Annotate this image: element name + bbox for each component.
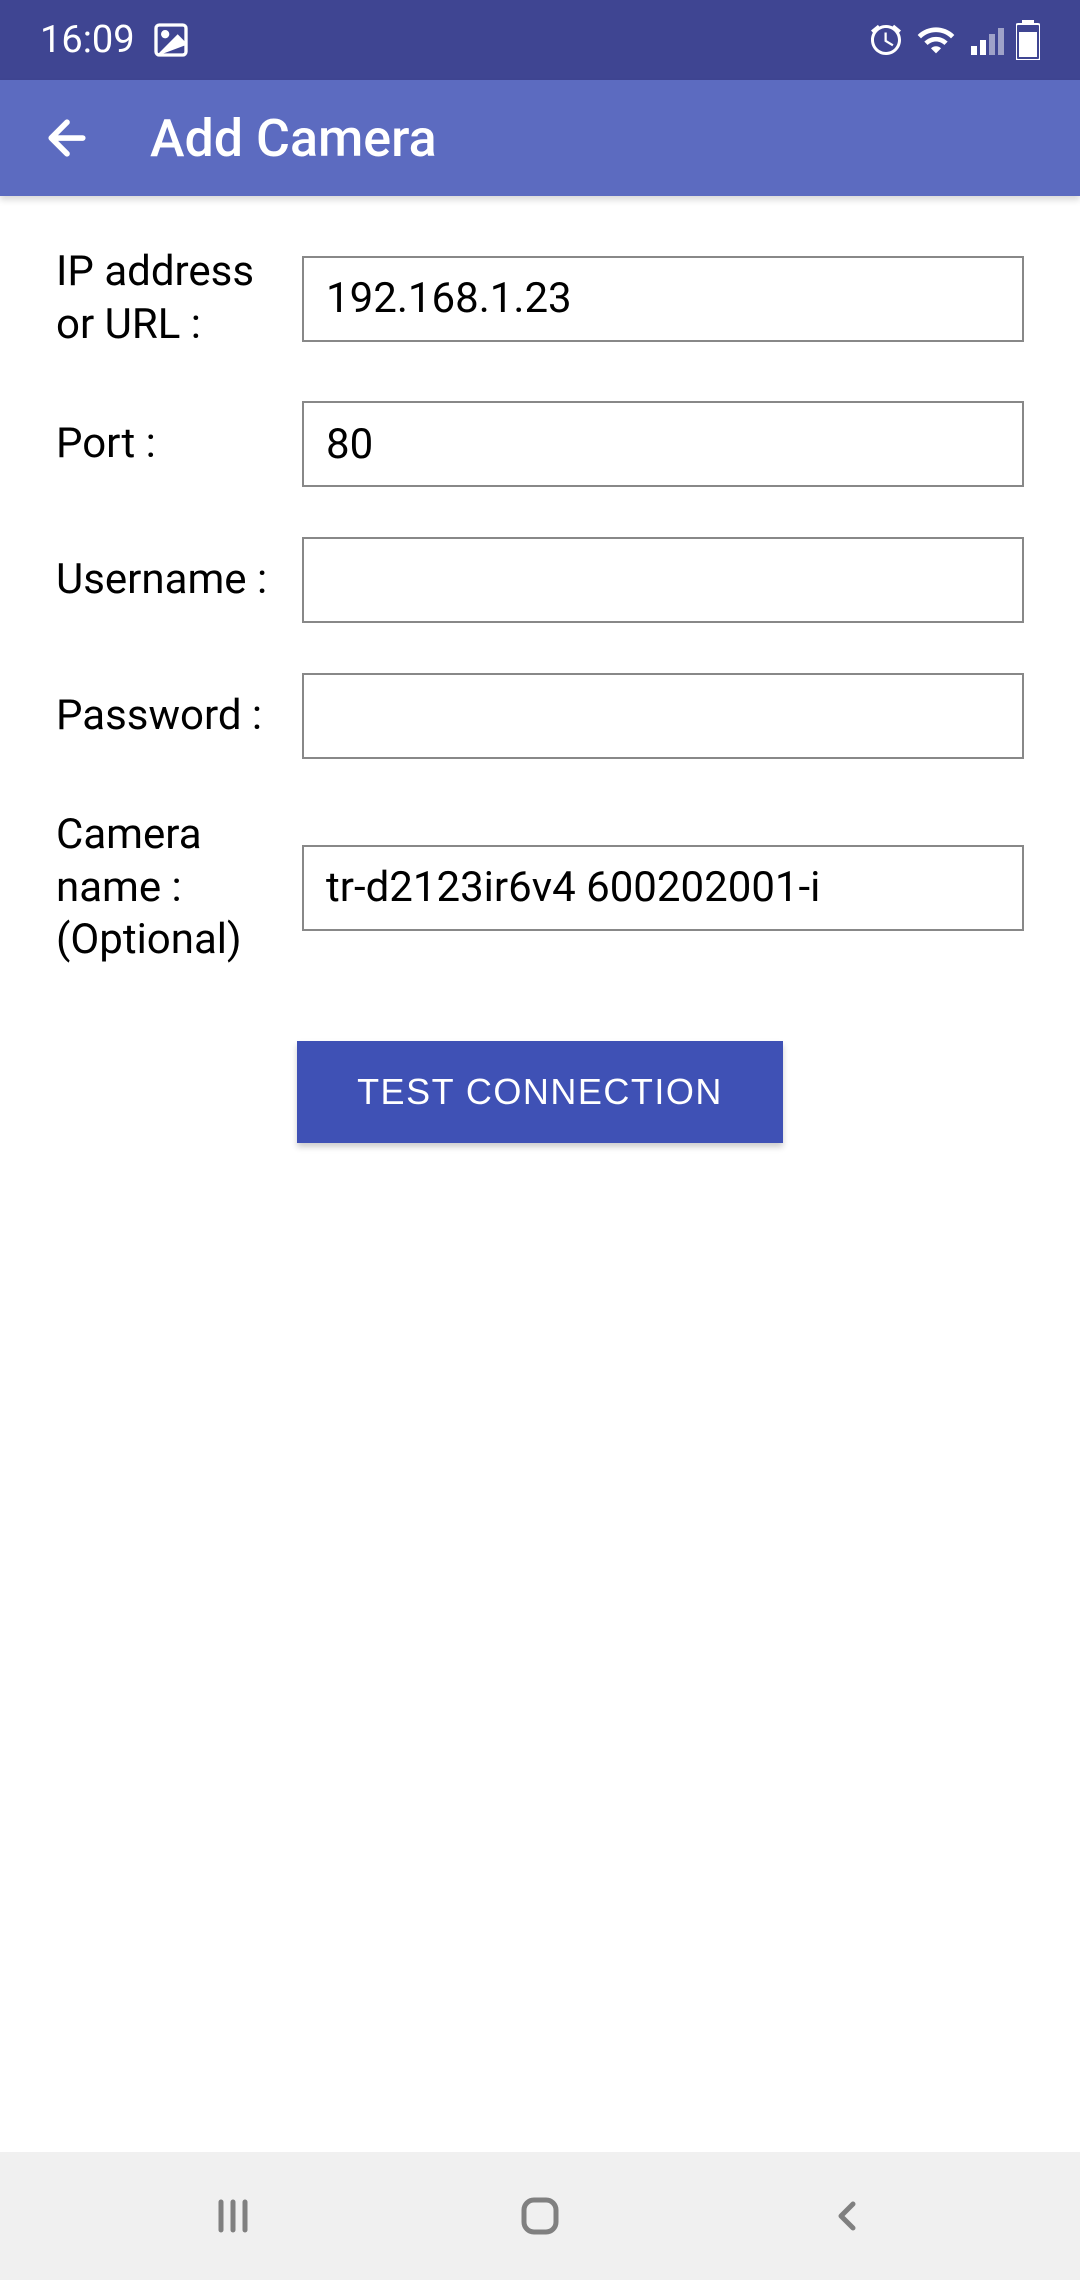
image-icon [151, 20, 191, 60]
port-label: Port : [56, 418, 278, 471]
password-input[interactable] [302, 673, 1024, 759]
status-time: 16:09 [40, 18, 135, 62]
page-title: Add Camera [150, 108, 437, 169]
form-row-camera-name: Camera name : (Optional) [56, 809, 1024, 967]
status-right [868, 20, 1040, 60]
ip-input[interactable] [302, 256, 1024, 342]
status-left: 16:09 [40, 18, 191, 62]
form-container: IP address or URL : Port : Username : Pa… [0, 196, 1080, 1193]
nav-bar [0, 2152, 1080, 2280]
nav-back-button[interactable] [823, 2192, 871, 2240]
port-input[interactable] [302, 401, 1024, 487]
camera-name-input[interactable] [302, 845, 1024, 931]
signal-icon [968, 22, 1004, 58]
camera-name-label: Camera name : (Optional) [56, 809, 278, 967]
test-connection-button[interactable]: TEST CONNECTION [297, 1041, 783, 1143]
form-row-username: Username : [56, 537, 1024, 623]
wifi-icon [916, 20, 956, 60]
button-container: TEST CONNECTION [56, 1041, 1024, 1143]
password-label: Password : [56, 690, 278, 743]
app-bar: Add Camera [0, 80, 1080, 196]
status-bar: 16:09 [0, 0, 1080, 80]
form-row-ip: IP address or URL : [56, 246, 1024, 351]
nav-home-button[interactable] [516, 2192, 564, 2240]
nav-recent-button[interactable] [209, 2192, 257, 2240]
form-row-password: Password : [56, 673, 1024, 759]
ip-label: IP address or URL : [56, 246, 278, 351]
username-input[interactable] [302, 537, 1024, 623]
back-button[interactable] [40, 111, 94, 165]
form-row-port: Port : [56, 401, 1024, 487]
battery-icon [1016, 20, 1040, 60]
username-label: Username : [56, 554, 278, 607]
alarm-icon [868, 22, 904, 58]
